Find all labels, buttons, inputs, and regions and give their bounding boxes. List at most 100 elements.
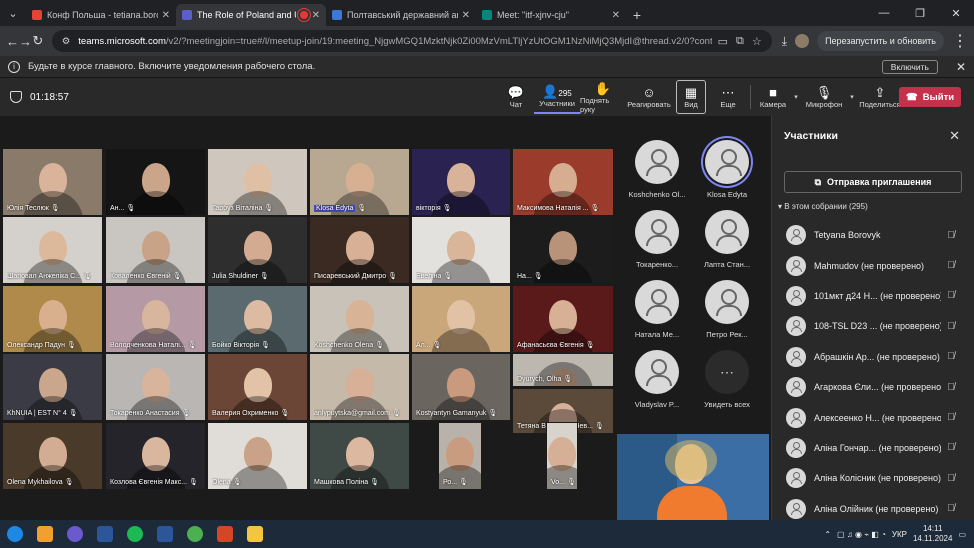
- video-tile[interactable]: Токаренко Анастасия 🎙: [105, 353, 206, 421]
- participant-row[interactable]: Аліна Гончар... (не проверено) 🎙̸: [772, 433, 974, 463]
- participant-row[interactable]: Tetyana Borovyk 🎙̸: [772, 220, 974, 250]
- video-tile[interactable]: Kostyantyn Gamanyuk 🎙: [411, 353, 511, 421]
- react-button[interactable]: ☺ Реагировать: [626, 80, 672, 114]
- video-tile[interactable]: Vo... 🎙: [546, 422, 578, 490]
- forward-icon[interactable]: →: [19, 30, 32, 52]
- chevron-up-icon[interactable]: ⌃: [824, 530, 831, 539]
- video-tile[interactable]: Ал... 🎙: [411, 285, 511, 353]
- close-tab-icon[interactable]: ✕: [312, 10, 320, 21]
- browser-tab[interactable]: The Role of Poland and Uk ✕: [176, 4, 326, 26]
- url-input[interactable]: ⚙ teams.microsoft.com /v2/?meetingjoin=t…: [51, 30, 772, 52]
- close-tab-icon[interactable]: ✕: [612, 10, 620, 21]
- close-tab-icon[interactable]: ✕: [462, 10, 470, 21]
- avatar-tile[interactable]: Klosa Edyta: [692, 140, 762, 206]
- participant-row[interactable]: Mahmudov (не проверено) 🎙̸: [772, 250, 974, 280]
- view-button[interactable]: ▦ Вид: [676, 80, 706, 114]
- see-all-button[interactable]: ⋯ Увидеть всех: [692, 350, 762, 416]
- browser-menu-icon[interactable]: ⋮: [952, 31, 968, 51]
- taskbar-app-chrome[interactable]: [180, 520, 210, 548]
- video-tile[interactable]: Максимова Наталія ... 🎙: [512, 148, 614, 216]
- relaunch-button[interactable]: Перезапустить и обновить: [817, 31, 944, 51]
- browser-tab[interactable]: Meet: "itf-xjnv-cju" ✕: [476, 4, 626, 26]
- video-tile[interactable]: Писаревський Дмитро 🎙: [309, 216, 410, 284]
- avatar-tile[interactable]: Натала Ме...: [622, 280, 692, 346]
- participant-row[interactable]: Аліна Колісник (не проверено) 🎙̸: [772, 463, 974, 493]
- video-tile[interactable]: anlypuytska@gmail.com 🎙: [309, 353, 410, 421]
- video-tile[interactable]: Шаповал Анжеліка С... 🎙: [2, 216, 103, 284]
- maximize-icon[interactable]: ❐: [902, 0, 938, 26]
- video-tile[interactable]: Olena Mykhailova 🎙: [2, 422, 103, 490]
- site-settings-icon[interactable]: ⚙: [62, 36, 71, 47]
- video-tile[interactable]: KhNUIA | EST N° 4 🎙: [2, 353, 103, 421]
- video-tile[interactable]: Julia Shuldiner 🎙: [207, 216, 308, 284]
- taskbar-app-word-2[interactable]: [150, 520, 180, 548]
- participant-row[interactable]: 108-TSL D23 ... (не проверено) 🎙̸: [772, 311, 974, 341]
- close-tab-icon[interactable]: ✕: [162, 10, 170, 21]
- video-tile[interactable]: Володченкова Наталі... 🎙: [105, 285, 206, 353]
- bookmark-star-icon[interactable]: ☆: [752, 35, 762, 48]
- video-tile[interactable]: Olena 🎙: [207, 422, 308, 490]
- video-tile[interactable]: Валерия Охрименко 🎙: [207, 353, 308, 421]
- browser-tab[interactable]: Конф Польша - tetiana.borovyk ✕: [26, 4, 176, 26]
- chat-button[interactable]: 💬 Чат: [498, 80, 534, 114]
- camera-options-chevron-icon[interactable]: ▾: [791, 93, 801, 101]
- taskbar-app-app-orange[interactable]: [30, 520, 60, 548]
- avatar-tile[interactable]: Петро Рек...: [692, 280, 762, 346]
- video-tile[interactable]: Ан... 🎙: [105, 148, 206, 216]
- reload-icon[interactable]: ↻: [32, 30, 44, 52]
- avatar-tile[interactable]: Koshchenko Ol...: [622, 140, 692, 206]
- avatar-tile[interactable]: Vladyslav P...: [622, 350, 692, 416]
- taskbar-app-explorer[interactable]: [240, 520, 270, 548]
- more-button[interactable]: ⋯ Еще: [710, 80, 746, 114]
- taskbar-app-app-globe[interactable]: [60, 520, 90, 548]
- video-tile[interactable]: Козлова Євгенія Макс... 🎙: [105, 422, 206, 490]
- video-tile[interactable]: Олександр Падун 🎙: [2, 285, 103, 353]
- participant-row[interactable]: Абрашкін Ар... (не проверено) 🎙̸: [772, 342, 974, 372]
- back-icon[interactable]: ←: [6, 30, 19, 52]
- dismiss-notification-icon[interactable]: ✕: [956, 60, 966, 74]
- cast-icon[interactable]: ⧉: [736, 35, 744, 48]
- video-tile[interactable]: Машкова Поліна 🎙: [309, 422, 410, 490]
- video-tile[interactable]: Афанасьєва Євгенія 🎙: [512, 285, 614, 353]
- leave-button[interactable]: ☎ Выйти: [899, 87, 961, 107]
- video-tile[interactable]: Бойко Вікторія 🎙: [207, 285, 308, 353]
- self-view-video[interactable]: [617, 434, 769, 520]
- clock[interactable]: 14:11 14.11.2024: [913, 524, 952, 544]
- avatar-tile[interactable]: Токаренко...: [622, 210, 692, 276]
- video-tile[interactable]: Коваленко Євгеній 🎙: [105, 216, 206, 284]
- download-icon[interactable]: ⤓: [782, 34, 787, 49]
- video-tile[interactable]: Koshchenko Olena 🎙: [309, 285, 410, 353]
- video-tile[interactable]: Юлія Теслюк 🎙: [2, 148, 103, 216]
- video-tile[interactable]: Klosa Edyta 🎙: [309, 148, 410, 216]
- enable-notifications-button[interactable]: Включить: [881, 59, 938, 74]
- taskbar-app-powerpoint[interactable]: [210, 520, 240, 548]
- participants-button[interactable]: 👤295 Участники: [534, 80, 580, 114]
- close-window-icon[interactable]: ✕: [938, 0, 974, 26]
- camera-indicator-icon[interactable]: ▭: [718, 35, 728, 48]
- mic-options-chevron-icon[interactable]: ▾: [847, 93, 857, 101]
- camera-button[interactable]: ■ Камера: [755, 80, 791, 114]
- participant-row[interactable]: Агаркова Єли... (не проверено) 🎙̸: [772, 372, 974, 402]
- profile-avatar[interactable]: [795, 34, 810, 48]
- language-indicator[interactable]: УКР: [892, 530, 907, 539]
- new-tab-icon[interactable]: +: [626, 4, 648, 26]
- mic-button[interactable]: 🎙 Микрофон: [801, 80, 847, 114]
- taskbar-app-start[interactable]: [0, 520, 30, 548]
- participant-row[interactable]: Алексеенко Н... (не проверено) 🎙̸: [772, 402, 974, 432]
- taskbar-app-word[interactable]: [90, 520, 120, 548]
- video-tile[interactable]: Евеліна 🎙: [411, 216, 511, 284]
- taskbar-app-app-green[interactable]: [120, 520, 150, 548]
- minimize-icon[interactable]: —: [866, 0, 902, 26]
- video-tile[interactable]: Ро... 🎙: [438, 422, 482, 490]
- close-panel-icon[interactable]: ✕: [949, 128, 960, 144]
- tray-icons[interactable]: ▢ ♫ ◉ ⌁ ◧ ◔: [837, 530, 886, 539]
- invite-button[interactable]: ⧉ Отправка приглашения: [784, 171, 962, 193]
- video-tile[interactable]: Гарбуз Віталіна 🎙: [207, 148, 308, 216]
- raise-hand-button[interactable]: ✋ Поднять руку: [580, 80, 626, 114]
- video-tile[interactable]: На... 🎙: [512, 216, 614, 284]
- tab-search-icon[interactable]: ⌄: [0, 0, 26, 26]
- notifications-icon[interactable]: ▭: [958, 530, 966, 539]
- browser-tab[interactable]: Полтавський державний агра ✕: [326, 4, 476, 26]
- video-tile[interactable]: вікторія 🎙: [411, 148, 511, 216]
- section-header[interactable]: ▾ В этом собрании (295): [778, 202, 868, 211]
